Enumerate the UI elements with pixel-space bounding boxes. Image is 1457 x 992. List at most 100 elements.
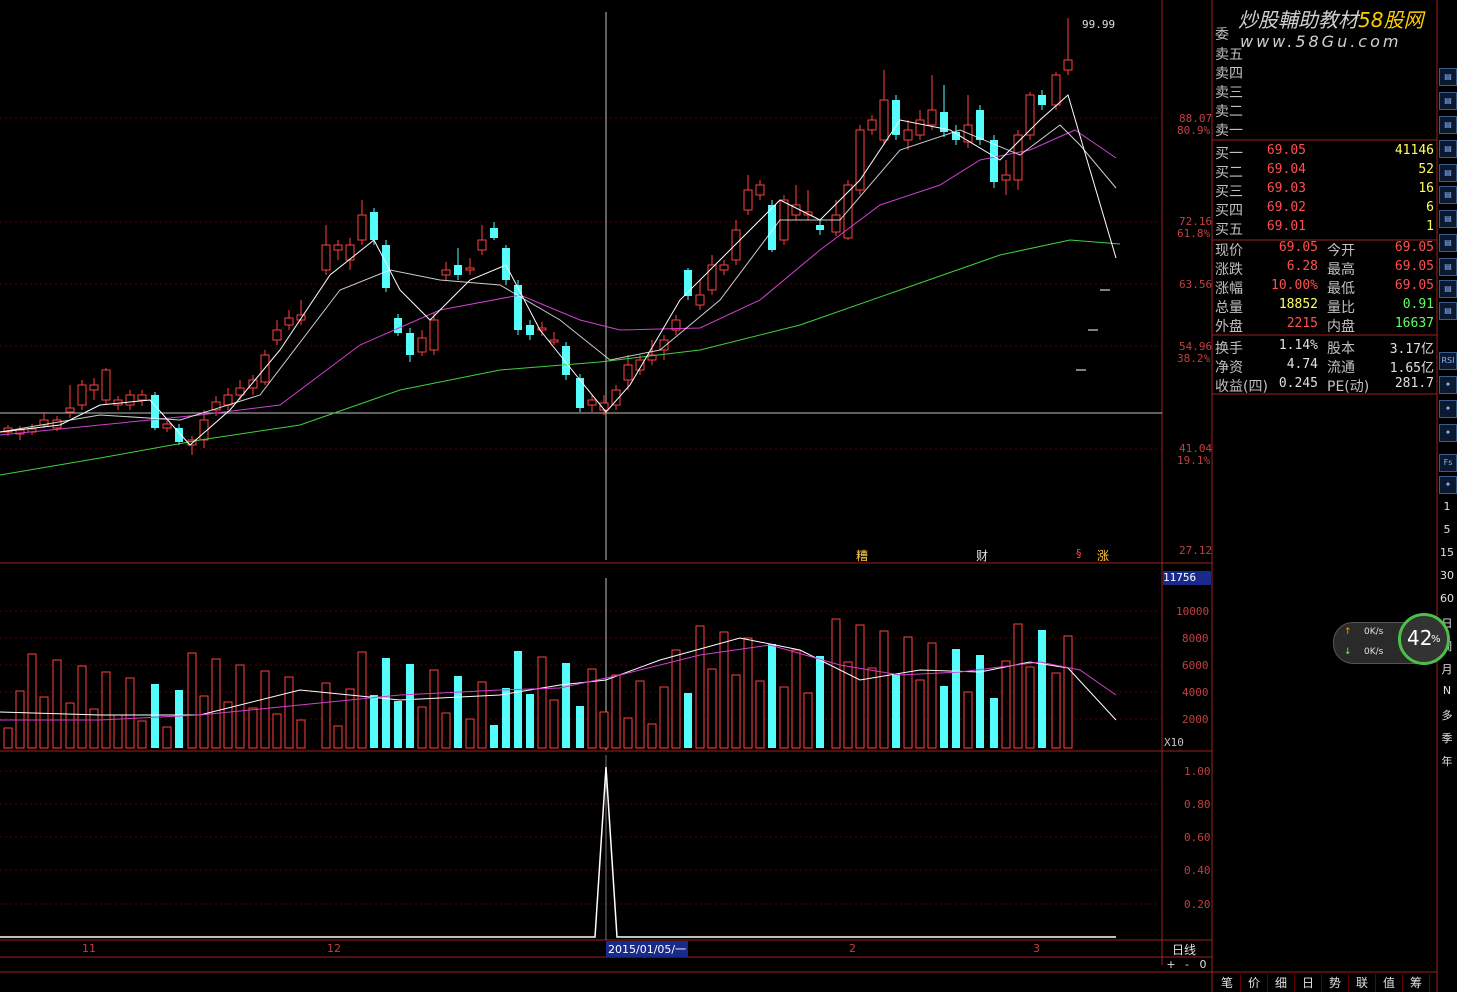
candle-body [151,395,159,428]
volume-bar [125,677,135,749]
sell-level[interactable]: 卖二 [1214,101,1436,120]
marker-1[interactable]: 糟 [856,547,868,564]
volume-bar [562,663,570,748]
toolbar-tool-icon[interactable]: ✦ [1439,476,1457,494]
buy-level[interactable]: 买二 69.04 52 [1214,162,1436,181]
period-button[interactable]: 60 [1439,592,1455,605]
buy-label: 买一 [1215,146,1243,162]
toolbar-tool-icon[interactable]: ✦ [1439,400,1457,418]
stat-value: 0.245 [1278,376,1318,391]
toolbar-tool-icon[interactable]: ▤ [1439,186,1457,204]
candle-body [755,184,765,196]
toolbar-tool-icon[interactable]: ▤ [1439,258,1457,276]
volume-bar [65,702,75,749]
toolbar-tool-icon[interactable]: ▤ [1439,164,1457,182]
volume-bar [831,618,841,749]
buy-price: 69.03 [1266,181,1306,196]
candle-body [52,419,62,429]
stat-value: 69.05 [1394,259,1434,274]
candle-body [125,394,135,406]
candle-body [1038,95,1046,105]
bottom-tab[interactable]: 价 [1241,974,1268,992]
sell-level[interactable]: 卖一 [1214,120,1436,139]
period-label[interactable]: 日线 [1172,941,1196,958]
toolbar-tool-icon[interactable]: ▤ [1439,210,1457,228]
period-button[interactable]: 30 [1439,569,1455,582]
stat-label: 换手 [1215,341,1243,357]
stat-value: 2215 [1286,316,1318,331]
period-button[interactable]: 月 [1439,661,1455,677]
stat-row: 涨跌 6.28 最高 69.05 [1214,259,1436,278]
fib-tick: 38.2% [1177,352,1211,365]
buy-level[interactable]: 买一 69.05 41146 [1214,143,1436,162]
buy-level[interactable]: 买五 69.01 1 [1214,219,1436,238]
fib-tick: 61.8% [1177,227,1211,240]
volume-bar [867,667,877,749]
volume-bar [211,658,221,749]
stat-value: 16637 [1394,316,1434,331]
period-button[interactable]: N [1439,684,1455,697]
volume-bar [903,636,913,749]
sell-level[interactable]: 卖四 [1214,63,1436,82]
candle-body [843,184,853,239]
volume-bar [477,681,487,749]
candle-body [333,244,343,251]
zoom-reset-button[interactable]: 0 [1196,958,1210,971]
bottom-tab[interactable]: 联 [1349,974,1376,992]
toolbar-tool-icon[interactable]: ▤ [1439,234,1457,252]
toolbar-tool-icon[interactable]: ✦ [1439,424,1457,442]
volume-bar [816,656,824,748]
volume-bar [990,698,998,748]
toolbar-tool-icon[interactable]: ▤ [1439,280,1457,298]
stat-label: 流通 [1327,360,1355,376]
bottom-tab[interactable]: 细 [1268,974,1295,992]
zoom-out-button[interactable]: - [1180,958,1194,971]
marker-2[interactable]: 财 [976,547,988,564]
toolbar-tool-icon[interactable]: ✦ [1439,376,1457,394]
marker-3[interactable]: § [1076,547,1082,560]
bottom-tab[interactable]: 筹 [1403,974,1430,992]
period-button[interactable]: 年 [1439,753,1455,769]
indicator-tick: 1.00 [1184,765,1211,778]
bottom-tab[interactable]: 势 [1322,974,1349,992]
buy-level[interactable]: 买四 69.02 6 [1214,200,1436,219]
toolbar-indicator-icon[interactable]: Fs [1439,454,1457,472]
period-button[interactable]: 1 [1439,500,1455,513]
candle-body [77,384,87,406]
bottom-tab[interactable]: 笔 [1214,974,1241,992]
bottom-tab[interactable]: 日 [1295,974,1322,992]
marker-4[interactable]: 涨 [1097,547,1109,564]
period-button[interactable]: 5 [1439,523,1455,536]
volume-bar [235,664,245,749]
sell-level[interactable]: 卖五 [1214,44,1436,63]
period-button[interactable]: 15 [1439,546,1455,559]
speed-widget[interactable]: ↑ 0K/s ↓ 0K/s 42 % [1333,613,1450,665]
volume-bar [855,624,865,749]
volume-bar [27,653,37,749]
zoom-in-button[interactable]: + [1164,958,1178,971]
volume-bar [623,717,633,749]
toolbar-tool-icon[interactable]: ▤ [1439,302,1457,320]
indicator-tick: 0.60 [1184,831,1211,844]
toolbar-indicator-icon[interactable]: RSI [1439,352,1457,370]
stat-row: 净资 4.74 流通 1.65亿 [1214,357,1436,376]
toolbar-tool-icon[interactable]: ▤ [1439,68,1457,86]
buy-level[interactable]: 买三 69.03 16 [1214,181,1436,200]
sell-level[interactable]: 卖三 [1214,82,1436,101]
volume-bar [803,692,813,749]
toolbar-tool-icon[interactable]: ▤ [1439,92,1457,110]
volume-bar [537,656,547,749]
period-button[interactable]: 季 [1439,730,1455,746]
volume-bar [101,671,111,749]
volume-bar [248,707,258,749]
candle-body [1025,94,1035,136]
toolbar-tool-icon[interactable]: ▤ [1439,140,1457,158]
toolbar-tool-icon[interactable]: ▤ [1439,116,1457,134]
bottom-tab[interactable]: 值 [1376,974,1403,992]
candle-body [514,285,522,330]
period-button[interactable]: 多 [1439,707,1455,723]
candle-body [477,239,487,251]
stat-row: 现价 69.05 今开 69.05 [1214,240,1436,259]
volume-bar [260,670,270,749]
cursor-date: 2015/01/05/一 [606,941,689,957]
